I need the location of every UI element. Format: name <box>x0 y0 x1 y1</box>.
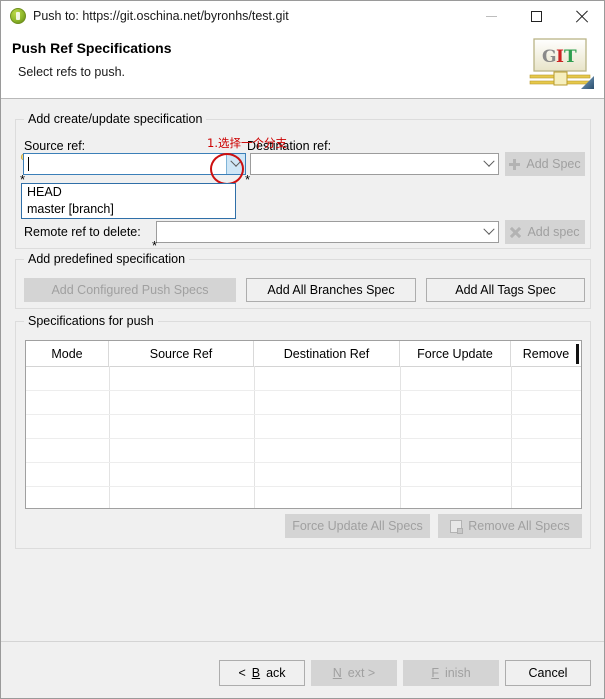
table-body <box>26 366 581 508</box>
predefined-spec-group: Add predefined specification Add Configu… <box>15 252 591 309</box>
annotation-text: 1.选择一个分支 <box>207 136 287 150</box>
dropdown-item-head[interactable]: HEAD <box>22 184 235 201</box>
add-all-tags-spec-label: Add All Tags Spec <box>455 283 556 297</box>
add-configured-push-specs-label: Add Configured Push Specs <box>51 283 209 297</box>
back-button[interactable]: < Back <box>219 660 305 686</box>
svg-text:G: G <box>542 47 557 67</box>
remove-all-specs-button[interactable]: Remove All Specs <box>438 514 582 538</box>
column-resize-handle[interactable] <box>576 344 579 364</box>
window-title: Push to: https://git.oschina.net/byronhs… <box>33 9 289 23</box>
predefined-spec-title: Add predefined specification <box>24 252 190 266</box>
finish-button[interactable]: Finish <box>403 660 499 686</box>
page-title: Push Ref Specifications <box>12 40 172 56</box>
remote-ref-delete-input[interactable] <box>157 222 480 242</box>
remote-ref-delete-required-marker: * <box>152 238 158 253</box>
cancel-button[interactable]: Cancel <box>505 660 591 686</box>
remote-ref-delete-combo[interactable] <box>156 221 499 243</box>
text-caret <box>28 157 29 171</box>
source-ref-input[interactable] <box>24 154 226 174</box>
add-spec-label: Add Spec <box>526 157 581 171</box>
finish-label-post: inish <box>444 666 471 680</box>
table-header-row: Mode Source Ref Destination Ref Force Up… <box>26 341 581 367</box>
column-header-mode[interactable]: Mode <box>26 341 109 366</box>
add-spec-delete-label: Add spec <box>527 225 580 239</box>
specifications-for-push-title: Specifications for push <box>24 314 158 328</box>
destination-ref-required-marker: * <box>245 172 251 187</box>
force-update-all-specs-label: Force Update All Specs <box>292 519 423 533</box>
destination-ref-input[interactable] <box>251 154 480 174</box>
oschina-icon <box>10 8 26 24</box>
source-ref-dropdown-list[interactable]: HEAD master [branch] <box>21 183 236 219</box>
column-header-force-update[interactable]: Force Update <box>400 341 511 366</box>
svg-text:T: T <box>564 47 577 67</box>
dropdown-item-master[interactable]: master [branch] <box>22 201 235 218</box>
close-button[interactable] <box>559 1 604 31</box>
remove-document-icon <box>450 519 464 534</box>
column-header-remove[interactable]: Remove <box>511 341 581 366</box>
window-controls <box>469 1 604 31</box>
add-all-tags-spec-button[interactable]: Add All Tags Spec <box>426 278 585 302</box>
column-header-source-ref[interactable]: Source Ref <box>109 341 254 366</box>
svg-text:I: I <box>556 47 564 67</box>
wizard-header: Push Ref Specifications Select refs to p… <box>1 31 604 99</box>
page-subtitle: Select refs to push. <box>18 65 126 79</box>
add-spec-delete-button[interactable]: Add spec <box>505 220 585 244</box>
add-all-branches-spec-label: Add All Branches Spec <box>267 283 395 297</box>
push-ref-specifications-dialog: Push to: https://git.oschina.net/byronhs… <box>0 0 605 699</box>
annotation-circle <box>210 153 244 185</box>
bottom-button-bar: ? < Back Next > Finish Cancel <box>1 642 604 698</box>
plus-icon <box>509 158 521 170</box>
back-label-post: ack <box>266 666 286 680</box>
remote-ref-delete-label: Remote ref to delete: <box>24 225 141 239</box>
destination-ref-combo[interactable] <box>250 153 499 175</box>
add-spec-button[interactable]: Add Spec <box>505 152 585 176</box>
back-label-mnemonic: B <box>251 666 261 680</box>
next-label-post: ext > <box>347 666 376 680</box>
cancel-label: Cancel <box>528 666 568 680</box>
title-bar: Push to: https://git.oschina.net/byronhs… <box>1 1 604 31</box>
minimize-button[interactable] <box>469 1 514 31</box>
next-button[interactable]: Next > <box>311 660 397 686</box>
remove-all-specs-label: Remove All Specs <box>468 519 570 533</box>
specifications-table[interactable]: Mode Source Ref Destination Ref Force Up… <box>25 340 582 509</box>
back-label-pre: < <box>238 666 246 680</box>
x-icon <box>510 227 521 238</box>
maximize-button[interactable] <box>514 1 559 31</box>
destination-ref-chevron-down-icon[interactable] <box>480 154 498 174</box>
git-logo-icon: G I T <box>529 38 594 89</box>
source-ref-label: Source ref: <box>24 139 86 153</box>
next-label-mnemonic: N <box>332 666 342 680</box>
finish-label-mnemonic: F <box>431 666 439 680</box>
column-header-destination-ref[interactable]: Destination Ref <box>254 341 400 366</box>
add-all-branches-spec-button[interactable]: Add All Branches Spec <box>246 278 416 302</box>
add-configured-push-specs-button[interactable]: Add Configured Push Specs <box>24 278 236 302</box>
specifications-for-push-group: Specifications for push Mode Source Ref … <box>15 314 591 549</box>
create-update-spec-title: Add create/update specification <box>24 112 207 126</box>
remote-ref-delete-chevron-down-icon[interactable] <box>480 222 498 242</box>
force-update-all-specs-button[interactable]: Force Update All Specs <box>285 514 430 538</box>
